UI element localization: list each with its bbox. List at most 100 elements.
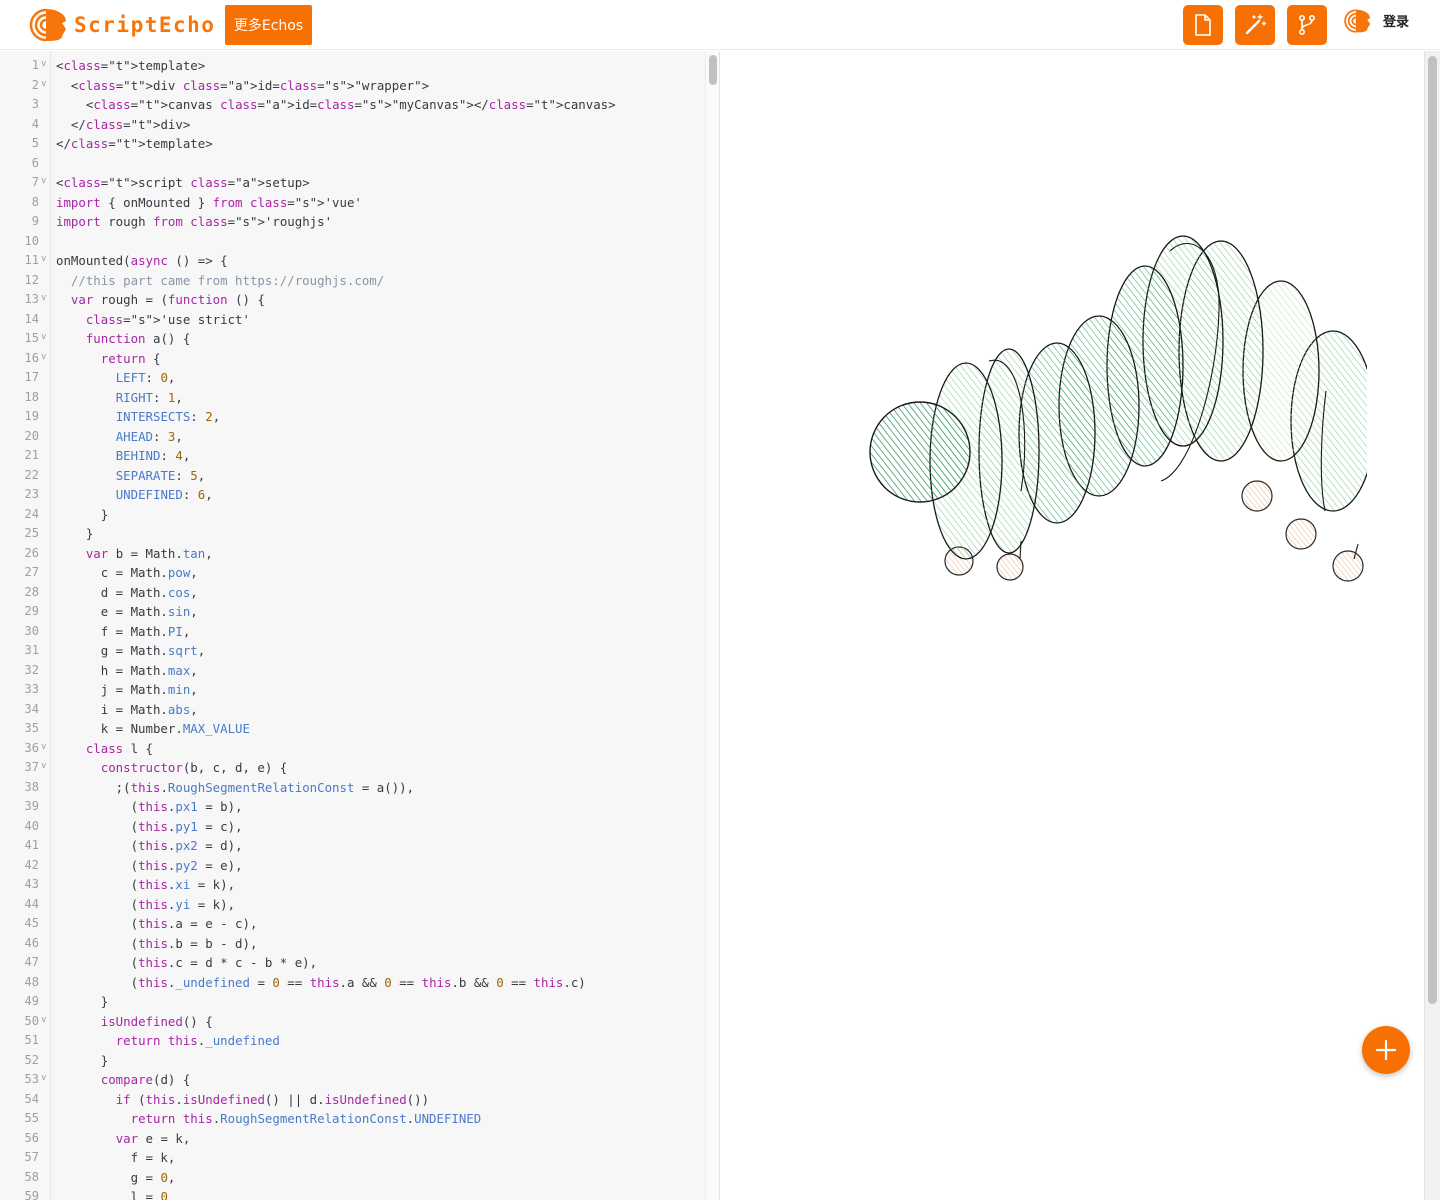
code-text: h = Math.max, (56, 662, 198, 678)
code-line[interactable]: 5 </class="t">template> (0, 134, 704, 154)
code-line[interactable]: 9 import rough from class="s">'roughjs' (0, 212, 704, 232)
code-line[interactable]: 31 g = Math.sqrt, (0, 641, 704, 661)
code-line[interactable]: 15 v function a() { (0, 329, 704, 349)
line-number: 58 (24, 1169, 39, 1184)
more-echos-button[interactable]: 更多Echos (225, 5, 312, 45)
code-line[interactable]: 29 e = Math.sin, (0, 602, 704, 622)
code-line[interactable]: 52 } (0, 1051, 704, 1071)
fold-toggle-icon[interactable]: v (41, 250, 46, 270)
add-button[interactable] (1362, 1026, 1410, 1074)
fold-toggle-icon[interactable]: v (41, 328, 46, 348)
code-line[interactable]: 34 i = Math.abs, (0, 700, 704, 720)
line-number: 10 (24, 233, 39, 248)
code-line[interactable]: 57 f = k, (0, 1148, 704, 1168)
code-line[interactable]: 14 class="s">'use strict' (0, 310, 704, 330)
code-line[interactable]: 1 v <class="t">template> (0, 56, 704, 76)
code-text: <class="t">template> (56, 58, 206, 73)
code-line[interactable]: 20 AHEAD: 3, (0, 427, 704, 447)
fold-toggle-icon[interactable]: v (41, 289, 46, 309)
new-file-button[interactable] (1183, 5, 1223, 45)
code-text: SEPARATE: 5, (115, 467, 206, 483)
code-text: ;(this.RoughSegmentRelationConst = a()), (56, 779, 415, 795)
code-line[interactable]: 28 d = Math.cos, (0, 583, 704, 603)
code-line[interactable]: 42 (this.py2 = e), (0, 856, 704, 876)
code-line[interactable]: 58 g = 0, (0, 1168, 704, 1188)
code-line[interactable]: 45 (this.a = e - c), (0, 914, 704, 934)
editor-scrollbar-thumb[interactable] (709, 55, 717, 85)
code-line[interactable]: 59 l = 0 (0, 1187, 704, 1200)
code-line[interactable]: 22 SEPARATE: 5, (0, 466, 704, 486)
fold-toggle-icon[interactable]: v (41, 1011, 46, 1031)
code-line[interactable]: 53 v compare(d) { (0, 1070, 704, 1090)
magic-generate-button[interactable] (1235, 5, 1275, 45)
code-line[interactable]: 50 v isUndefined() { (0, 1012, 704, 1032)
code-line[interactable]: 7 v <class="t">script class="a">setup> (0, 173, 704, 193)
code-text: g = 0, (56, 1169, 176, 1185)
code-line[interactable]: 46 (this.b = b - d), (0, 934, 704, 954)
code-line[interactable]: 21 BEHIND: 4, (0, 446, 704, 466)
code-line[interactable]: 23 UNDEFINED: 6, (0, 485, 704, 505)
fork-button[interactable] (1287, 5, 1327, 45)
code-line[interactable]: 47 (this.c = d * c - b * e), (0, 953, 704, 973)
code-line[interactable]: 43 (this.xi = k), (0, 875, 704, 895)
code-line[interactable]: 40 (this.py1 = c), (0, 817, 704, 837)
code-line[interactable]: 19 INTERSECTS: 2, (0, 407, 704, 427)
code-text: onMounted(async () => { (56, 253, 228, 268)
code-line[interactable]: 32 h = Math.max, (0, 661, 704, 681)
code-line[interactable]: 33 j = Math.min, (0, 680, 704, 700)
preview-scrollbar-thumb[interactable] (1428, 56, 1437, 1004)
line-number: 42 (24, 857, 39, 872)
rough-caterpillar-canvas (869, 235, 1367, 582)
code-line[interactable]: 12 //this part came from https://roughjs… (0, 271, 704, 291)
code-line[interactable]: 49 } (0, 992, 704, 1012)
code-line[interactable]: 51 return this._undefined (0, 1031, 704, 1051)
code-line[interactable]: 39 (this.px1 = b), (0, 797, 704, 817)
code-line[interactable]: 55 return this.RoughSegmentRelationConst… (0, 1109, 704, 1129)
code-line[interactable]: 36 v class l { (0, 739, 704, 759)
fold-toggle-icon[interactable]: v (41, 1069, 46, 1089)
fold-toggle-icon[interactable]: v (41, 172, 46, 192)
line-number: 11 (24, 253, 39, 267)
code-line[interactable]: 4 </class="t">div> (0, 115, 704, 135)
line-number: 48 (24, 974, 39, 989)
code-line[interactable]: 13 v var rough = (function () { (0, 290, 704, 310)
code-line[interactable]: 54 if (this.isUndefined() || d.isUndefin… (0, 1090, 704, 1110)
code-line[interactable]: 11 v onMounted(async () => { (0, 251, 704, 271)
code-line[interactable]: 10 (0, 232, 704, 252)
fold-toggle-icon[interactable]: v (41, 348, 46, 368)
code-line[interactable]: 16 v return { (0, 349, 704, 369)
code-line[interactable]: 2v <class="t">div class="a">id=class="s"… (0, 76, 704, 96)
code-line[interactable]: 18 RIGHT: 1, (0, 388, 704, 408)
code-line[interactable]: 27 c = Math.pow, (0, 563, 704, 583)
line-number: 34 (24, 701, 39, 716)
code-line[interactable]: 6 (0, 154, 704, 174)
code-line[interactable]: 25 } (0, 524, 704, 544)
editor-scrollbar[interactable] (705, 51, 719, 1200)
code-line[interactable]: 56 var e = k, (0, 1129, 704, 1149)
login-link[interactable]: 登录 (1383, 11, 1409, 30)
code-line[interactable]: 48 (this._undefined = 0 == this.a && 0 =… (0, 973, 704, 993)
user-avatar-icon[interactable] (1343, 7, 1373, 35)
code-line[interactable]: 26 var b = Math.tan, (0, 544, 704, 564)
line-number: 21 (24, 448, 39, 462)
fold-toggle-icon[interactable]: v (41, 55, 46, 75)
code-line[interactable]: 44 (this.yi = k), (0, 895, 704, 915)
code-line[interactable]: 24 } (0, 505, 704, 525)
code-line[interactable]: 17 LEFT: 0, (0, 368, 704, 388)
fold-toggle-icon[interactable]: v (41, 757, 46, 777)
fold-toggle-icon[interactable]: v (41, 738, 46, 758)
code-line[interactable]: 30 f = Math.PI, (0, 622, 704, 642)
code-text: <class="t">div class="a">id=class="s">"w… (56, 77, 430, 93)
fold-toggle-icon[interactable]: v (41, 75, 46, 95)
line-number: 18 (24, 389, 39, 404)
code-line[interactable]: 41 (this.px2 = d), (0, 836, 704, 856)
code-line[interactable]: 37 v constructor(b, c, d, e) { (0, 758, 704, 778)
code-content[interactable]: 1 v <class="t">template> 2 v <class="t">div … (0, 56, 704, 1200)
code-line[interactable]: 3 <class="t">canvas class="a">id=class="… (0, 95, 704, 115)
code-line[interactable]: 38 ;(this.RoughSegmentRelationConst = a(… (0, 778, 704, 798)
preview-scrollbar[interactable] (1424, 51, 1440, 1200)
brand-logo[interactable]: ScriptEcho (28, 7, 215, 43)
code-line[interactable]: 35 k = Number.MAX_VALUE (0, 719, 704, 739)
code-editor[interactable]: 1 v <class="t">template> 2 v <class="t">div … (0, 51, 720, 1200)
code-line[interactable]: 8 import { onMounted } from class="s">'vu… (0, 193, 704, 213)
